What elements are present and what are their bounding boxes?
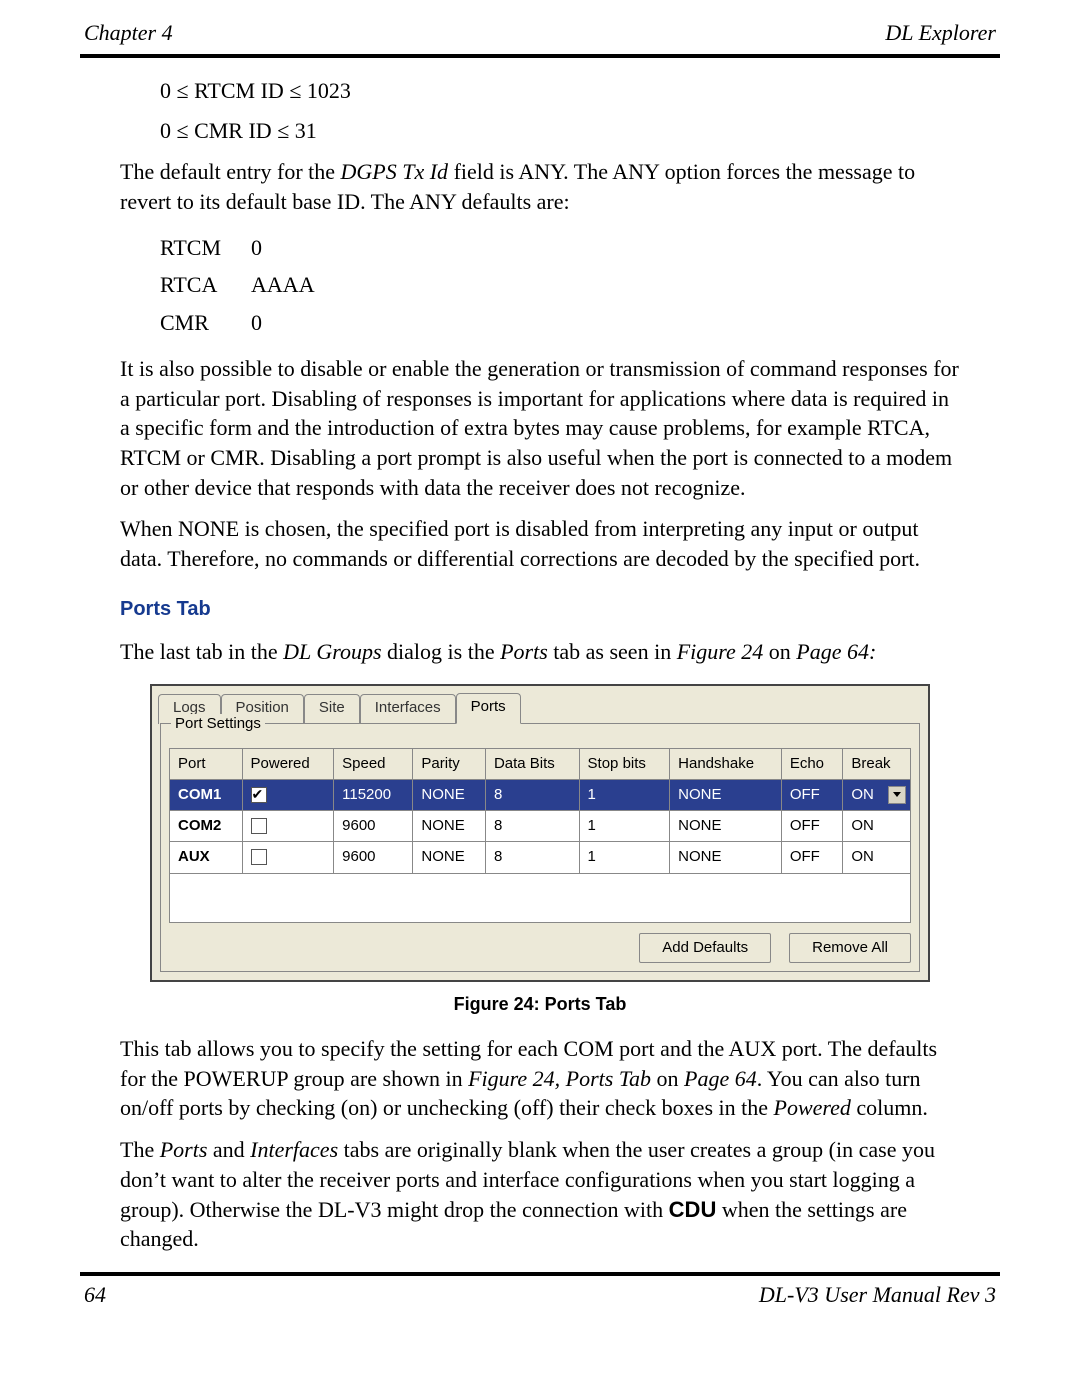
paragraph-ports-tab-intro: The last tab in the DL Groups dialog is … — [120, 637, 960, 667]
any-defaults-table: RTCM0 RTCAAAAA CMR0 — [160, 229, 345, 342]
cell-handshake[interactable]: NONE — [670, 842, 782, 873]
paragraph-default-entry: The default entry for the DGPS Tx Id fie… — [120, 157, 960, 216]
cell-powered[interactable] — [242, 842, 334, 873]
cmr-id-range: 0 ≤ CMR ID ≤ 31 — [120, 116, 960, 146]
col-echo[interactable]: Echo — [781, 748, 843, 779]
col-databits[interactable]: Data Bits — [485, 748, 579, 779]
tab-ports[interactable]: Ports — [456, 693, 521, 723]
cell-powered[interactable] — [242, 779, 334, 810]
cell-port[interactable]: AUX — [170, 842, 243, 873]
tab-interfaces[interactable]: Interfaces — [360, 694, 456, 723]
table-row[interactable]: AUX 9600 NONE 8 1 NONE OFF ON — [170, 842, 911, 873]
port-settings-group: Port Settings Port Powered Speed Parity … — [160, 723, 920, 972]
cell-break[interactable]: ON — [843, 811, 911, 842]
cell-break[interactable]: ON — [843, 842, 911, 873]
cell-port[interactable]: COM2 — [170, 811, 243, 842]
remove-all-button[interactable]: Remove All — [789, 933, 911, 963]
col-powered[interactable]: Powered — [242, 748, 334, 779]
cell-speed[interactable]: 9600 — [334, 811, 413, 842]
table-empty-area — [169, 874, 911, 923]
table-row[interactable]: COM1 115200 NONE 8 1 NONE OFF ON — [170, 779, 911, 810]
header-product: DL Explorer — [885, 20, 996, 46]
col-stopbits[interactable]: Stop bits — [579, 748, 670, 779]
cell-stopbits[interactable]: 1 — [579, 842, 670, 873]
page-number: 64 — [84, 1282, 106, 1308]
header-chapter: Chapter 4 — [84, 20, 173, 46]
group-legend: Port Settings — [171, 714, 265, 734]
table-row[interactable]: COM2 9600 NONE 8 1 NONE OFF ON — [170, 811, 911, 842]
cell-stopbits[interactable]: 1 — [579, 779, 670, 810]
cell-port[interactable]: COM1 — [170, 779, 243, 810]
powered-checkbox[interactable] — [251, 818, 267, 834]
cell-speed[interactable]: 115200 — [334, 779, 413, 810]
cell-stopbits[interactable]: 1 — [579, 811, 670, 842]
cell-powered[interactable] — [242, 811, 334, 842]
powered-checkbox[interactable] — [251, 849, 267, 865]
cell-handshake[interactable]: NONE — [670, 811, 782, 842]
col-port[interactable]: Port — [170, 748, 243, 779]
footer-manual: DL-V3 User Manual Rev 3 — [759, 1282, 996, 1308]
cell-parity[interactable]: NONE — [413, 811, 486, 842]
cell-speed[interactable]: 9600 — [334, 842, 413, 873]
cell-break[interactable]: ON — [843, 779, 911, 810]
cell-handshake[interactable]: NONE — [670, 779, 782, 810]
tab-site[interactable]: Site — [304, 694, 360, 723]
section-heading-ports-tab: Ports Tab — [120, 596, 960, 623]
col-speed[interactable]: Speed — [334, 748, 413, 779]
powered-checkbox[interactable] — [251, 787, 267, 803]
paragraph-tab-allows: This tab allows you to specify the setti… — [120, 1034, 960, 1123]
cell-databits[interactable]: 8 — [485, 842, 579, 873]
footer-rule — [80, 1272, 1000, 1276]
chevron-down-icon[interactable] — [888, 786, 906, 804]
header-rule — [80, 54, 1000, 58]
cell-echo[interactable]: OFF — [781, 842, 843, 873]
paragraph-disable-enable: It is also possible to disable or enable… — [120, 354, 960, 502]
figure-caption: Figure 24: Ports Tab — [120, 992, 960, 1016]
ports-table[interactable]: Port Powered Speed Parity Data Bits Stop… — [169, 748, 911, 874]
col-handshake[interactable]: Handshake — [670, 748, 782, 779]
cell-parity[interactable]: NONE — [413, 842, 486, 873]
cell-databits[interactable]: 8 — [485, 779, 579, 810]
cell-databits[interactable]: 8 — [485, 811, 579, 842]
paragraph-none-chosen: When NONE is chosen, the specified port … — [120, 514, 960, 573]
add-defaults-button[interactable]: Add Defaults — [639, 933, 771, 963]
paragraph-originally-blank: The Ports and Interfaces tabs are origin… — [120, 1135, 960, 1254]
col-break[interactable]: Break — [843, 748, 911, 779]
dialog-tabs: Logs Position Site Interfaces Ports — [152, 686, 928, 722]
ports-dialog: Logs Position Site Interfaces Ports Port… — [150, 684, 930, 982]
cell-echo[interactable]: OFF — [781, 779, 843, 810]
cell-echo[interactable]: OFF — [781, 811, 843, 842]
ports-header-row: Port Powered Speed Parity Data Bits Stop… — [170, 748, 911, 779]
rtcm-id-range: 0 ≤ RTCM ID ≤ 1023 — [120, 76, 960, 106]
col-parity[interactable]: Parity — [413, 748, 486, 779]
cell-parity[interactable]: NONE — [413, 779, 486, 810]
